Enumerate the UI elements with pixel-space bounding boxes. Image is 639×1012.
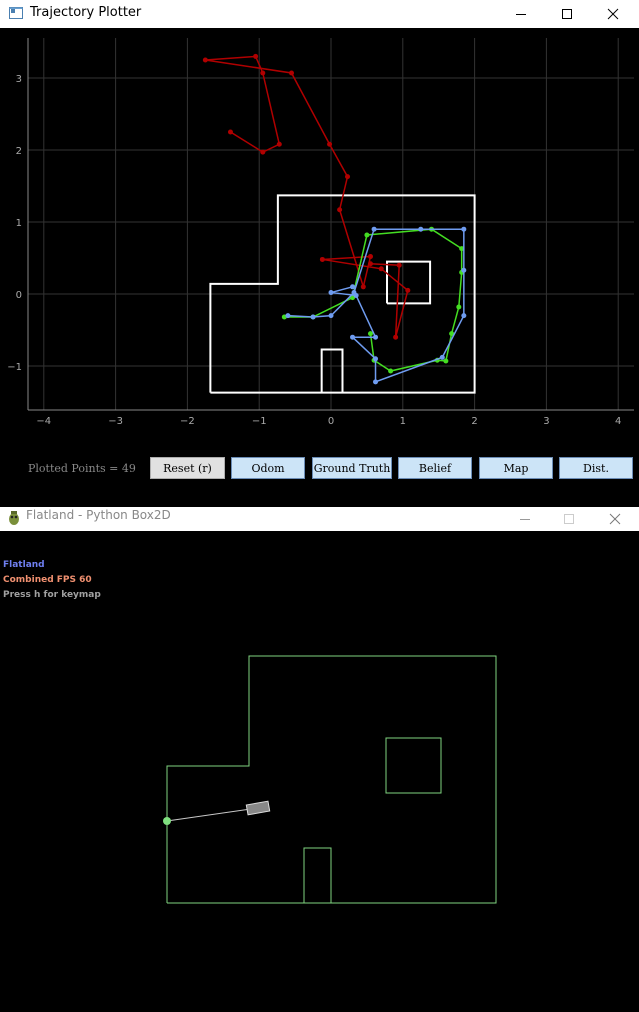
x-tick-label: −2 [180,416,195,427]
y-tick-label: 0 [16,290,22,301]
titlebar: Flatland - Python Box2D [0,507,639,531]
trajectory-point [443,358,449,364]
window-title: Trajectory Plotter [30,5,142,20]
trajectory-point [393,334,399,340]
minimize-icon [520,519,530,520]
maximize-button[interactable] [546,507,592,531]
x-tick-label: 4 [615,416,621,427]
pygame-icon [9,511,19,525]
trajectory-point [202,57,208,63]
x-tick-label: −1 [252,416,267,427]
map-button[interactable]: Map [479,457,553,479]
trajectory-point [319,256,325,262]
trajectory-point [350,284,356,290]
trajectory-point [289,70,295,76]
trajectory-point [367,261,373,267]
trajectory-point [461,313,467,319]
window-title: Flatland - Python Box2D [26,508,171,522]
maximize-icon [564,514,574,524]
trajectory-point [373,379,379,385]
doorway-obstacle [303,847,332,903]
trajectory-point [418,226,424,232]
trajectory-point [371,226,377,232]
close-icon [609,513,621,525]
trajectory-point [328,313,334,319]
reset-button[interactable]: Reset (r) [150,457,225,479]
titlebar: Trajectory Plotter [0,0,639,28]
trajectory-point [337,207,343,213]
map-obstacle [320,348,344,393]
x-tick-label: 2 [471,416,477,427]
map-obstacle [386,260,432,305]
trajectory-point [310,314,316,320]
app-icon [9,7,23,19]
trajectory-plotter-window: Trajectory Plotter −4 −3 −2 −1 0 1 2 3 4 3 2 1 0 −1 P… [0,0,639,507]
minimize-icon [516,14,526,15]
x-tick-label: 3 [543,416,549,427]
trajectory-point [253,53,259,59]
close-icon [607,8,619,20]
x-tick-label: 0 [328,416,334,427]
trajectory-point [260,70,266,76]
close-button[interactable] [592,507,638,531]
y-tick-label: 3 [16,74,22,85]
ray-hit-point [163,817,171,825]
trajectory-point [227,129,233,135]
trajectory-point [364,232,370,238]
minimize-button[interactable] [502,507,548,531]
x-tick-label: −3 [108,416,123,427]
x-tick-label: −4 [36,416,51,427]
belief-button[interactable]: Belief [398,457,472,479]
y-tick-label: 2 [16,146,22,157]
trajectory-point [461,226,467,232]
flatland-world[interactable] [0,531,639,1012]
minimize-button[interactable] [498,0,544,28]
trajectory-point [353,292,359,298]
dist-button[interactable]: Dist. [559,457,633,479]
trajectory-point [367,254,373,260]
robot[interactable] [245,800,271,816]
ground-truth-button[interactable]: Ground Truth [312,457,392,479]
trajectory-point [345,174,351,180]
trajectory-point [350,334,356,340]
odom-button[interactable]: Odom [231,457,305,479]
trajectory-point [276,141,282,147]
maximize-button[interactable] [544,0,590,28]
maximize-icon [562,9,572,19]
trajectory-point [285,313,291,319]
x-tick-label: 1 [400,416,406,427]
trajectory-plot[interactable]: −4 −3 −2 −1 0 1 2 3 4 3 2 1 0 −1 [0,28,639,448]
plotted-points-label: Plotted Points = 49 [28,462,136,475]
trajectory-point [360,284,366,290]
close-button[interactable] [590,0,636,28]
y-tick-label: −1 [7,362,22,373]
trajectory-point [456,304,462,310]
trajectory-point [373,334,379,340]
trajectory-point [328,290,334,296]
flatland-window: Flatland - Python Box2D Flatland Combine… [0,507,639,1012]
trajectory-line-0 [205,55,409,338]
trajectory-point [388,368,394,374]
trajectory-line-1 [284,228,463,372]
trajectory-point [373,356,379,362]
y-tick-label: 1 [16,218,22,229]
trajectory-point [439,354,445,360]
trajectory-point [327,141,333,147]
trajectory-point [396,262,402,268]
square-obstacle [385,737,442,794]
trajectory-point [405,287,411,293]
trajectory-point [378,266,384,272]
range-ray [166,807,259,822]
trajectory-point [260,149,266,155]
trajectory-point [461,267,467,273]
